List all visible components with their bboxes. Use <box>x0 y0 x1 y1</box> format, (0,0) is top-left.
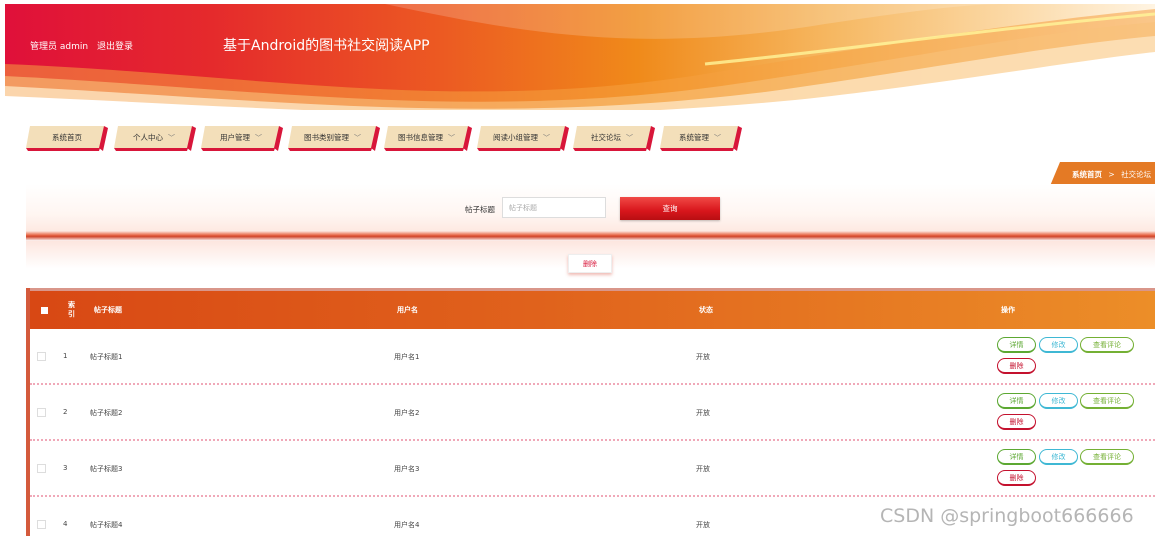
breadcrumb-separator: > <box>1108 170 1115 179</box>
chevron-down-icon: ﹀ <box>168 134 175 142</box>
admin-label: 管理员 admin <box>30 42 89 52</box>
row-status: 开放 <box>696 465 710 473</box>
query-button[interactable]: 查询 <box>620 197 720 220</box>
nav-label: 阅读小组管理 ﹀ <box>493 133 550 142</box>
table-row: 2 帖子标题2 用户名2 开放 详情 修改 查看评论 删除 <box>30 385 1155 441</box>
row-status: 开放 <box>696 409 710 417</box>
header-title: 帖子标题 <box>94 306 122 314</box>
table-header: 索引 帖子标题 用户名 状态 操作 <box>30 288 1155 329</box>
nav-item-users[interactable]: 用户管理 ﹀ <box>201 124 283 151</box>
row-status: 开放 <box>696 353 710 361</box>
chevron-down-icon: ﹀ <box>354 134 361 142</box>
nav-label: 个人中心 ﹀ <box>133 133 175 142</box>
row-title: 帖子标题3 <box>90 465 123 473</box>
header-status: 状态 <box>699 306 713 314</box>
row-user: 用户名1 <box>394 353 420 361</box>
nav-item-system[interactable]: 系统管理 ﹀ <box>660 124 742 151</box>
breadcrumb-text: 系统首页 > 社交论坛 <box>1072 169 1151 180</box>
detail-button[interactable]: 详情 <box>997 449 1036 465</box>
chevron-down-icon: ﹀ <box>714 134 721 142</box>
batch-delete-button[interactable]: 删除 <box>568 254 612 273</box>
search-label: 帖子标题 <box>465 205 495 214</box>
table-row: 3 帖子标题3 用户名3 开放 详情 修改 查看评论 删除 <box>30 441 1155 497</box>
chevron-down-icon: ﹀ <box>448 134 455 142</box>
nav-item-personal[interactable]: 个人中心 ﹀ <box>114 124 196 151</box>
breadcrumb: 系统首页 > 社交论坛 <box>1050 162 1155 186</box>
delete-button[interactable]: 删除 <box>997 358 1036 374</box>
search-input[interactable] <box>502 197 606 218</box>
row-status: 开放 <box>696 521 710 529</box>
nav-item-home[interactable]: 系统首页 <box>26 124 108 151</box>
row-index: 1 <box>63 352 68 360</box>
nav-item-book-category[interactable]: 图书类别管理 ﹀ <box>288 124 380 151</box>
select-all-checkbox[interactable] <box>41 307 48 314</box>
nav-label: 社交论坛 ﹀ <box>591 133 633 142</box>
header-ops: 操作 <box>1001 306 1015 314</box>
header-user-area: 管理员 admin 退出登录 <box>30 39 139 52</box>
nav-item-forum[interactable]: 社交论坛 ﹀ <box>573 124 655 151</box>
chevron-down-icon: ﹀ <box>626 134 633 142</box>
row-index: 2 <box>63 408 68 416</box>
edit-button[interactable]: 修改 <box>1039 337 1078 353</box>
header-index: 索引 <box>68 301 75 318</box>
edit-button[interactable]: 修改 <box>1039 393 1078 409</box>
view-comments-button[interactable]: 查看评论 <box>1080 337 1134 353</box>
row-user: 用户名3 <box>394 465 420 473</box>
header-banner: 管理员 admin 退出登录 基于Android的图书社交阅读APP <box>5 4 1155 110</box>
row-checkbox[interactable] <box>37 352 46 361</box>
nav-label: 图书信息管理 ﹀ <box>398 133 455 142</box>
detail-button[interactable]: 详情 <box>997 337 1036 353</box>
breadcrumb-home[interactable]: 系统首页 <box>1072 170 1102 179</box>
row-index: 3 <box>63 464 68 472</box>
nav-label: 用户管理 ﹀ <box>220 133 262 142</box>
edit-button[interactable]: 修改 <box>1039 449 1078 465</box>
row-title: 帖子标题1 <box>90 353 123 361</box>
chevron-down-icon: ﹀ <box>255 134 262 142</box>
row-user: 用户名2 <box>394 409 420 417</box>
row-title: 帖子标题2 <box>90 409 123 417</box>
data-table: 索引 帖子标题 用户名 状态 操作 1 帖子标题1 用户名1 开放 详情 修改 … <box>26 288 1155 536</box>
header-swoosh-decoration <box>5 4 1155 110</box>
row-checkbox[interactable] <box>37 408 46 417</box>
row-user: 用户名4 <box>394 521 420 529</box>
nav-label: 系统首页 <box>52 133 82 142</box>
nav-label: 系统管理 ﹀ <box>679 133 721 142</box>
csdn-watermark: CSDN @springboot666666 <box>880 505 1134 527</box>
breadcrumb-current: 社交论坛 <box>1121 170 1152 179</box>
row-checkbox[interactable] <box>37 520 46 529</box>
divider-line <box>26 231 1155 241</box>
detail-button[interactable]: 详情 <box>997 393 1036 409</box>
row-checkbox[interactable] <box>37 464 46 473</box>
nav-item-reading-group[interactable]: 阅读小组管理 ﹀ <box>477 124 569 151</box>
row-title: 帖子标题4 <box>90 521 123 529</box>
view-comments-button[interactable]: 查看评论 <box>1080 449 1134 465</box>
app-title: 基于Android的图书社交阅读APP <box>223 38 430 54</box>
nav-item-book-info[interactable]: 图书信息管理 ﹀ <box>384 124 472 151</box>
delete-button[interactable]: 删除 <box>997 470 1036 486</box>
table-row: 1 帖子标题1 用户名1 开放 详情 修改 查看评论 删除 <box>30 329 1155 385</box>
chevron-down-icon: ﹀ <box>543 134 550 142</box>
row-index: 4 <box>63 520 68 528</box>
logout-link[interactable]: 退出登录 <box>97 42 133 52</box>
view-comments-button[interactable]: 查看评论 <box>1080 393 1134 409</box>
delete-button[interactable]: 删除 <box>997 414 1036 430</box>
header-user: 用户名 <box>397 306 418 314</box>
nav-label: 图书类别管理 ﹀ <box>304 133 361 142</box>
